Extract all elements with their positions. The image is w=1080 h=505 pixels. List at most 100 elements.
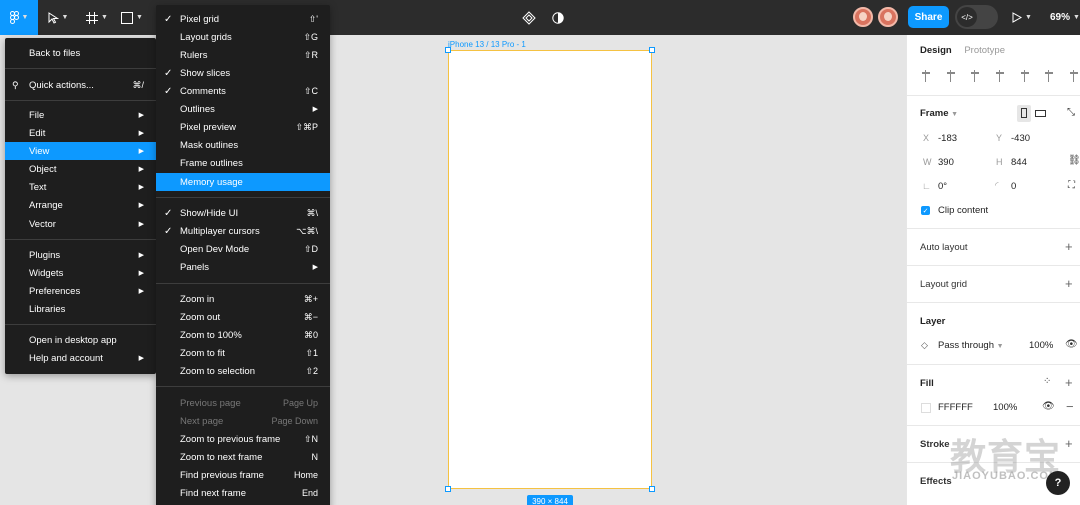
h-input[interactable]: 844 xyxy=(1011,157,1027,168)
menu-item-shortcut: ⇧C xyxy=(303,85,318,96)
menu-item-help-and-account[interactable]: Help and account ▶ xyxy=(5,349,156,367)
share-button[interactable]: Share xyxy=(908,6,949,28)
menu-item-preferences[interactable]: Preferences ▶ xyxy=(5,282,156,300)
menu-item-zoom-next-frame[interactable]: Zoom to next frame N xyxy=(156,448,330,466)
independent-corners-icon[interactable]: ⛶ xyxy=(1068,180,1075,191)
eye-icon[interactable]: 👁 xyxy=(1065,339,1078,350)
distribute-icon[interactable] xyxy=(1068,69,1080,83)
menu-item-find-previous-frame[interactable]: Find previous frame Home xyxy=(156,466,330,484)
resize-to-fit-icon[interactable]: ⤡ xyxy=(1067,107,1075,118)
menu-item-outlines[interactable]: Outlines ▶ xyxy=(156,100,330,118)
move-tool-button[interactable]: ▼ xyxy=(44,0,72,35)
add-auto-layout-button[interactable]: + xyxy=(1065,239,1073,254)
menu-item-show-slices[interactable]: ✓ Show slices xyxy=(156,64,330,82)
menu-item-shortcut: ⌥⌘\ xyxy=(296,225,318,236)
menu-item-zoom-previous-frame[interactable]: Zoom to previous frame ⇧N xyxy=(156,430,330,448)
menu-item-panels[interactable]: Panels ▶ xyxy=(156,258,330,276)
menu-item-libraries[interactable]: Libraries xyxy=(5,300,156,318)
x-input[interactable]: -183 xyxy=(938,133,957,144)
align-right-icon[interactable] xyxy=(969,69,981,83)
align-center-v-icon[interactable] xyxy=(1019,69,1031,83)
help-button[interactable]: ? xyxy=(1046,471,1070,495)
menu-item-show-hide-ui[interactable]: ✓ Show/Hide UI ⌘\ xyxy=(156,204,330,222)
menu-item-back-to-files[interactable]: Back to files xyxy=(5,44,156,62)
align-top-icon[interactable] xyxy=(994,69,1006,83)
radius-input[interactable]: 0 xyxy=(1011,181,1016,192)
layer-opacity-input[interactable]: 100% xyxy=(1029,340,1053,351)
menu-item-multiplayer-cursors[interactable]: ✓ Multiplayer cursors ⌥⌘\ xyxy=(156,222,330,240)
menu-item-comments[interactable]: ✓ Comments ⇧C xyxy=(156,82,330,100)
add-fill-button[interactable]: + xyxy=(1065,375,1073,390)
menu-item-edit[interactable]: Edit ▶ xyxy=(5,124,156,142)
menu-item-plugins[interactable]: Plugins ▶ xyxy=(5,246,156,264)
blend-mode-select[interactable]: Pass through ▼ xyxy=(938,340,1004,351)
menu-item-open-desktop-app[interactable]: Open in desktop app xyxy=(5,331,156,349)
align-center-h-icon[interactable] xyxy=(945,69,957,83)
frame-label[interactable]: iPhone 13 / 13 Pro - 1 xyxy=(448,40,526,49)
landscape-icon[interactable] xyxy=(1035,110,1046,117)
remove-fill-button[interactable]: − xyxy=(1066,399,1074,414)
resize-handle[interactable] xyxy=(649,47,655,53)
menu-item-zoom-100[interactable]: Zoom to 100% ⌘0 xyxy=(156,326,330,344)
shape-tool-button[interactable]: ▼ xyxy=(118,0,146,35)
components-button[interactable] xyxy=(520,0,538,35)
zoom-level[interactable]: 69% ▼ xyxy=(1050,0,1080,35)
menu-item-label: Libraries xyxy=(29,303,66,315)
fill-opacity-input[interactable]: 100% xyxy=(993,402,1017,413)
menu-item-file[interactable]: File ▶ xyxy=(5,106,156,124)
align-left-icon[interactable] xyxy=(920,69,932,83)
y-input[interactable]: -430 xyxy=(1011,133,1030,144)
menu-item-layout-grids[interactable]: Layout grids ⇧G xyxy=(156,28,330,46)
menu-item-mask-outlines[interactable]: Mask outlines xyxy=(156,136,330,154)
avatar[interactable] xyxy=(853,7,873,27)
menu-item-pixel-grid[interactable]: ✓ Pixel grid ⇧' xyxy=(156,10,330,28)
menu-item-shortcut: ⇧R xyxy=(303,49,318,60)
menu-item-object[interactable]: Object ▶ xyxy=(5,160,156,178)
resize-handle[interactable] xyxy=(649,486,655,492)
menu-item-open-dev-mode[interactable]: Open Dev Mode ⇧D xyxy=(156,240,330,258)
h-label: H xyxy=(996,157,1003,167)
main-menu-button[interactable]: ▼ xyxy=(0,0,38,35)
menu-item-zoom-to-selection[interactable]: Zoom to selection ⇧2 xyxy=(156,362,330,380)
menu-item-text[interactable]: Text ▶ xyxy=(5,178,156,196)
menu-divider xyxy=(5,68,156,69)
add-layout-grid-button[interactable]: + xyxy=(1065,276,1073,291)
menu-item-widgets[interactable]: Widgets ▶ xyxy=(5,264,156,282)
fill-color-swatch[interactable] xyxy=(921,403,931,413)
fill-hex-input[interactable]: FFFFFF xyxy=(938,402,973,413)
menu-item-frame-outlines[interactable]: Frame outlines xyxy=(156,154,330,172)
dev-mode-toggle[interactable]: </> xyxy=(955,5,998,29)
phone-frame[interactable] xyxy=(448,50,652,489)
menu-item-label: Help and account xyxy=(29,352,103,364)
theme-toggle[interactable] xyxy=(550,0,566,35)
menu-item-pixel-preview[interactable]: Pixel preview ⇧⌘P xyxy=(156,118,330,136)
avatar[interactable] xyxy=(878,7,898,27)
rotation-input[interactable]: 0° xyxy=(938,181,947,192)
styles-grid-icon[interactable]: ⁘ xyxy=(1043,376,1051,387)
menu-item-memory-usage[interactable]: Memory usage xyxy=(156,173,330,191)
present-button[interactable]: ▼ xyxy=(1010,0,1034,35)
clip-content-checkbox[interactable]: ✓ xyxy=(921,206,930,215)
tab-prototype[interactable]: Prototype xyxy=(964,45,1005,56)
frame-tool-button[interactable]: ▼ xyxy=(83,0,111,35)
menu-item-vector[interactable]: Vector ▶ xyxy=(5,215,156,233)
align-bottom-icon[interactable] xyxy=(1043,69,1055,83)
constrain-proportions-icon[interactable]: ⛓ xyxy=(1068,155,1080,166)
eye-icon[interactable]: 👁 xyxy=(1042,401,1055,412)
add-stroke-button[interactable]: + xyxy=(1065,436,1073,451)
tab-design[interactable]: Design xyxy=(920,45,952,56)
menu-item-arrange[interactable]: Arrange ▶ xyxy=(5,196,156,214)
menu-item-find-next-frame[interactable]: Find next frame End xyxy=(156,484,330,502)
menu-item-zoom-in[interactable]: Zoom in ⌘+ xyxy=(156,290,330,308)
resize-handle[interactable] xyxy=(445,47,451,53)
menu-item-zoom-out[interactable]: Zoom out ⌘− xyxy=(156,308,330,326)
portrait-toggle[interactable] xyxy=(1017,105,1031,122)
w-input[interactable]: 390 xyxy=(938,157,954,168)
resize-handle[interactable] xyxy=(445,486,451,492)
menu-item-shortcut: ⇧1 xyxy=(305,347,318,358)
menu-item-zoom-to-fit[interactable]: Zoom to fit ⇧1 xyxy=(156,344,330,362)
frame-section-title[interactable]: Frame ▼ xyxy=(920,108,958,119)
menu-item-rulers[interactable]: Rulers ⇧R xyxy=(156,46,330,64)
menu-item-view[interactable]: View ▶ xyxy=(5,142,156,160)
menu-item-quick-actions[interactable]: ⚲ Quick actions... ⌘/ xyxy=(5,76,156,94)
